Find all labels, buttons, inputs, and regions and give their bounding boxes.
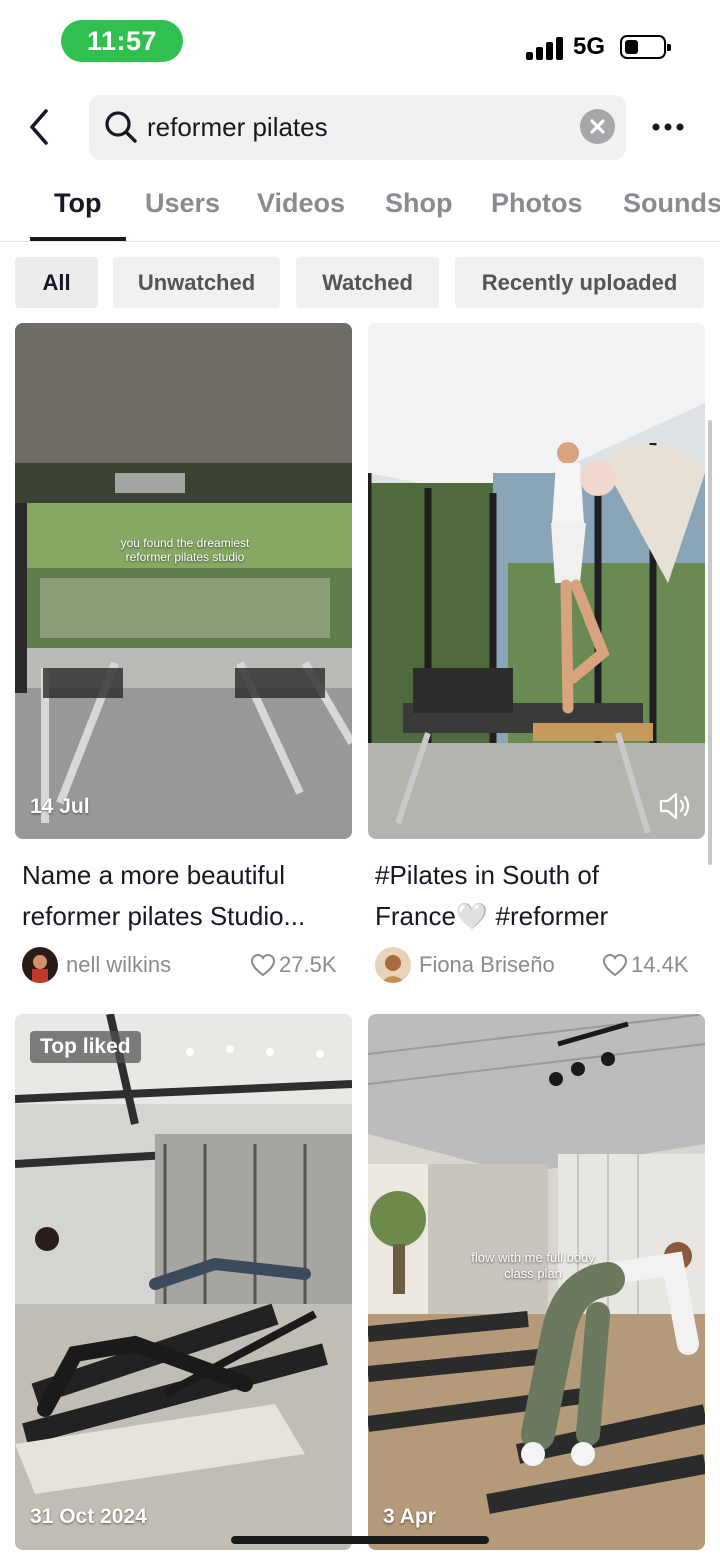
- tab-users[interactable]: Users: [145, 188, 220, 219]
- chevron-left-icon: [30, 109, 48, 145]
- home-indicator: [231, 1536, 489, 1544]
- close-icon: [590, 119, 605, 134]
- network-label: 5G: [573, 33, 606, 60]
- active-tab-indicator: [30, 237, 126, 241]
- battery-icon: [620, 35, 671, 59]
- video-date: 14 Jul: [30, 795, 90, 818]
- video-thumbnail[interactable]: flow with me full body class plan 3 Apr: [368, 1014, 705, 1550]
- video-thumbnail[interactable]: [368, 323, 705, 839]
- video-caption-overlay: you found the dreamiest reformer pilates…: [120, 536, 250, 565]
- search-tabs: Top Users Videos Shop Photos Sounds: [0, 180, 720, 242]
- class-thumbnail-image: [15, 1014, 352, 1550]
- like-count-value: 27.5K: [279, 952, 337, 977]
- ellipsis-icon: [652, 123, 684, 131]
- tab-videos[interactable]: Videos: [257, 188, 345, 219]
- signal-icon: [526, 36, 564, 60]
- author[interactable]: Fiona Briseño: [375, 947, 555, 983]
- status-bar: 11:57 5G: [0, 0, 720, 84]
- top-liked-badge: Top liked: [30, 1031, 141, 1063]
- more-options-button[interactable]: [648, 112, 688, 142]
- tab-sounds[interactable]: Sounds: [623, 188, 720, 219]
- video-title-line1: Name a more beautiful: [22, 860, 286, 890]
- filter-watched[interactable]: Watched: [296, 257, 439, 308]
- scrollbar[interactable]: [708, 420, 712, 865]
- filter-recently-uploaded[interactable]: Recently uploaded: [455, 257, 704, 308]
- video-date: 31 Oct 2024: [30, 1505, 147, 1528]
- video-title-line1: #Pilates in South of: [375, 860, 600, 890]
- avatar: [22, 947, 58, 983]
- sound-icon[interactable]: [658, 791, 692, 821]
- author[interactable]: nell wilkins: [22, 947, 171, 983]
- tab-top[interactable]: Top: [54, 188, 101, 219]
- status-time: 11:57: [61, 20, 183, 62]
- search-query: reformer pilates: [147, 112, 328, 142]
- video-thumbnail[interactable]: 31 Oct 2024: [15, 1014, 352, 1550]
- studio-thumbnail-image: [15, 323, 352, 839]
- tab-shop[interactable]: Shop: [385, 188, 453, 219]
- back-button[interactable]: [24, 106, 58, 148]
- filter-all[interactable]: All: [15, 257, 98, 308]
- woman-reformer-thumbnail-image: [368, 323, 705, 839]
- author-name: nell wilkins: [66, 952, 172, 977]
- like-count: 14.4K: [602, 952, 689, 978]
- clear-search-button[interactable]: [580, 109, 615, 144]
- heart-icon: [602, 953, 628, 977]
- flow-thumbnail-image: [368, 1014, 705, 1550]
- like-count: 27.5K: [250, 952, 337, 978]
- heart-icon: [250, 953, 276, 977]
- video-thumbnail[interactable]: you found the dreamiest reformer pilates…: [15, 323, 352, 839]
- author-name: Fiona Briseño: [419, 952, 555, 977]
- video-title-line2: reformer pilates Studio...: [22, 901, 306, 931]
- search-icon: [105, 111, 137, 143]
- video-date: 3 Apr: [383, 1505, 436, 1528]
- video-title-line2: France🤍 #reformer: [375, 901, 609, 931]
- tab-photos[interactable]: Photos: [491, 188, 583, 219]
- video-caption-overlay: flow with me full body class plan: [471, 1250, 595, 1281]
- search-input[interactable]: reformer pilates: [89, 95, 626, 160]
- filter-unwatched[interactable]: Unwatched: [113, 257, 280, 308]
- video-title[interactable]: #Pilates in South of France🤍 #reformer: [375, 855, 705, 937]
- like-count-value: 14.4K: [631, 952, 689, 977]
- avatar: [375, 947, 411, 983]
- video-title[interactable]: Name a more beautiful reformer pilates S…: [22, 855, 352, 937]
